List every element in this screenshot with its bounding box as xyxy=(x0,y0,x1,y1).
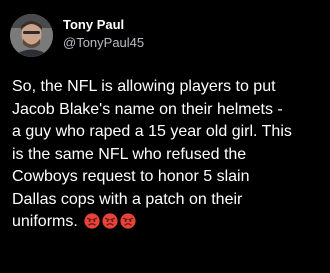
emoji-group xyxy=(84,213,138,237)
tweet-text-line: Dallas cops with a patch on their xyxy=(12,190,243,208)
tweet-card: Tony Paul @TonyPaul45 So, the NFL is all… xyxy=(0,0,330,273)
angry-face-emoji-icon xyxy=(102,213,118,229)
tweet-text-line: Jacob Blake's name on their helmets - xyxy=(12,100,283,118)
avatar-image xyxy=(10,14,53,57)
author-block: Tony Paul @TonyPaul45 xyxy=(63,17,144,51)
user-handle[interactable]: @TonyPaul45 xyxy=(63,34,144,51)
display-name[interactable]: Tony Paul xyxy=(63,17,144,33)
angry-face-emoji-icon xyxy=(84,213,100,229)
tweet-text: So, the NFL is allowing players to put J… xyxy=(12,76,330,237)
tweet-text-line: Cowboys request to honor 5 slain xyxy=(12,168,250,185)
tweet-text-line: uniforms. xyxy=(12,213,78,230)
avatar[interactable] xyxy=(10,14,53,57)
angry-face-emoji-icon xyxy=(120,213,136,229)
tweet-text-line: So, the NFL is allowing players to put xyxy=(12,78,276,95)
tweet-text-line: a guy who raped a 15 year old girl. This xyxy=(12,123,292,140)
tweet-text-line: is the same NFL who refused the xyxy=(12,145,247,163)
tweet-text-last-line: uniforms. xyxy=(12,211,330,237)
